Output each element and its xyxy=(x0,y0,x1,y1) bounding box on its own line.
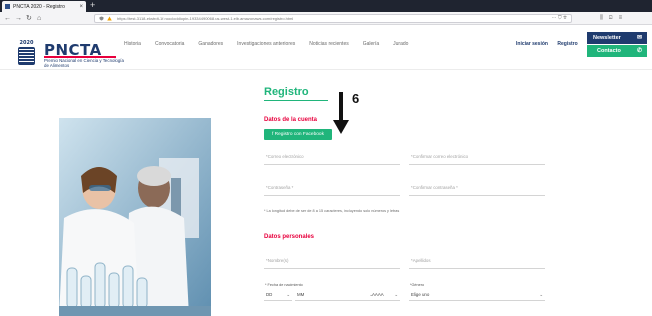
last-name-field[interactable]: *Apellidos xyxy=(409,256,545,269)
logo-subtitle: Premio Nacional en Ciencia y Tecnología … xyxy=(44,58,124,69)
back-icon[interactable]: ← xyxy=(4,14,11,23)
main-nav: Historia Convocatoria Ganadores Investig… xyxy=(124,41,422,47)
page-title: Registro xyxy=(264,86,309,98)
gender-label: *Género xyxy=(410,283,425,287)
new-tab-button[interactable]: + xyxy=(90,0,95,11)
logo-mark-icon[interactable] xyxy=(18,47,35,65)
confirm-password-field[interactable]: *Confirmar contraseña * xyxy=(409,183,545,196)
birth-month-value: MM xyxy=(297,292,305,297)
facebook-register-button[interactable]: f Registro con Facebook xyxy=(264,129,332,140)
tab-title: PNCTA 2020 - Registro xyxy=(13,3,65,10)
birth-day-value: DD xyxy=(266,292,273,297)
section-account-heading: Datos de la cuenta xyxy=(264,117,318,123)
gender-select[interactable]: Elige uno ⌄ xyxy=(409,290,545,301)
forward-icon[interactable]: → xyxy=(15,14,22,23)
confirm-email-field[interactable]: *Confirmar correo electrónico xyxy=(409,152,545,165)
browser-tab[interactable]: PNCTA 2020 - Registro × xyxy=(2,1,86,12)
birth-day-select[interactable]: DD ⌄ xyxy=(264,290,292,301)
phone-icon: ✆ xyxy=(636,48,642,54)
email-field[interactable]: *Correo electrónico xyxy=(264,152,400,165)
birth-month-select[interactable]: MM ⌄ xyxy=(295,290,375,301)
warning-lock-icon xyxy=(107,16,112,21)
page-actions-icons[interactable]: ··· ⛉ ☆ xyxy=(551,15,567,22)
nav-item-investigaciones[interactable]: Investigaciones anteriores xyxy=(237,41,295,47)
nav-item-historia[interactable]: Historia xyxy=(124,41,141,47)
nav-item-jurado[interactable]: Jurado xyxy=(393,41,408,47)
chevron-down-icon: ⌄ xyxy=(286,292,290,297)
site-header: 2020 PNCTA Premio Nacional en Ciencia y … xyxy=(0,26,652,70)
birth-year-select[interactable]: AAAA ⌄ xyxy=(370,290,400,301)
nav-item-convocatoria[interactable]: Convocatoria xyxy=(155,41,184,47)
tab-close-icon[interactable]: × xyxy=(79,4,83,10)
title-underline xyxy=(264,100,328,101)
login-link[interactable]: Iniciar sesión xyxy=(516,41,548,47)
nav-item-galeria[interactable]: Galería xyxy=(363,41,379,47)
contact-button[interactable]: Contacto ✆ xyxy=(587,45,647,57)
favicon-icon xyxy=(5,4,10,9)
birth-year-value: AAAA xyxy=(372,292,384,297)
browser-tab-bar: PNCTA 2020 - Registro × + xyxy=(0,0,652,12)
newsletter-button[interactable]: Newsletter ✉ xyxy=(587,32,647,44)
mail-icon: ✉ xyxy=(636,35,642,41)
chevron-down-icon: ⌄ xyxy=(394,292,398,297)
annotation-arrow-icon xyxy=(333,92,349,134)
photo-illustration xyxy=(59,118,211,316)
auth-links: Iniciar sesión Registro xyxy=(516,41,586,47)
gender-value: Elige uno xyxy=(411,292,430,297)
lab-scientists-photo xyxy=(59,118,211,316)
first-name-field[interactable]: *Nombre(s) xyxy=(264,256,400,269)
birthdate-label: * Fecha de nacimiento xyxy=(265,283,303,287)
nav-item-ganadores[interactable]: Ganadores xyxy=(198,41,223,47)
shield-icon xyxy=(99,16,104,21)
contact-label: Contacto xyxy=(597,48,621,54)
newsletter-label: Newsletter xyxy=(593,35,621,41)
password-hint: * La longitud debe de ser de 8 a 15 cara… xyxy=(264,209,400,213)
browser-toolbar: ← → ↻ ⌂ https://test-3118-ekstrdt-1f.roo… xyxy=(0,12,652,25)
section-personal-heading: Datos personales xyxy=(264,234,315,240)
url-text: https://test-3118-ekstrdt-1f.roocloddiop… xyxy=(117,16,294,21)
url-bar[interactable]: https://test-3118-ekstrdt-1f.roocloddiop… xyxy=(94,14,572,23)
reload-icon[interactable]: ↻ xyxy=(26,14,32,23)
password-field[interactable]: *Contraseña * xyxy=(264,183,400,196)
home-icon[interactable]: ⌂ xyxy=(37,14,41,23)
chevron-down-icon: ⌄ xyxy=(539,292,543,297)
annotation-step-number: 6 xyxy=(352,91,360,106)
toolbar-extension-icons[interactable]: ⫼⊡≡ xyxy=(600,15,628,22)
register-link[interactable]: Registro xyxy=(557,41,577,47)
logo-year: 2020 xyxy=(19,40,34,46)
nav-item-noticias[interactable]: Noticias recientes xyxy=(309,41,348,47)
